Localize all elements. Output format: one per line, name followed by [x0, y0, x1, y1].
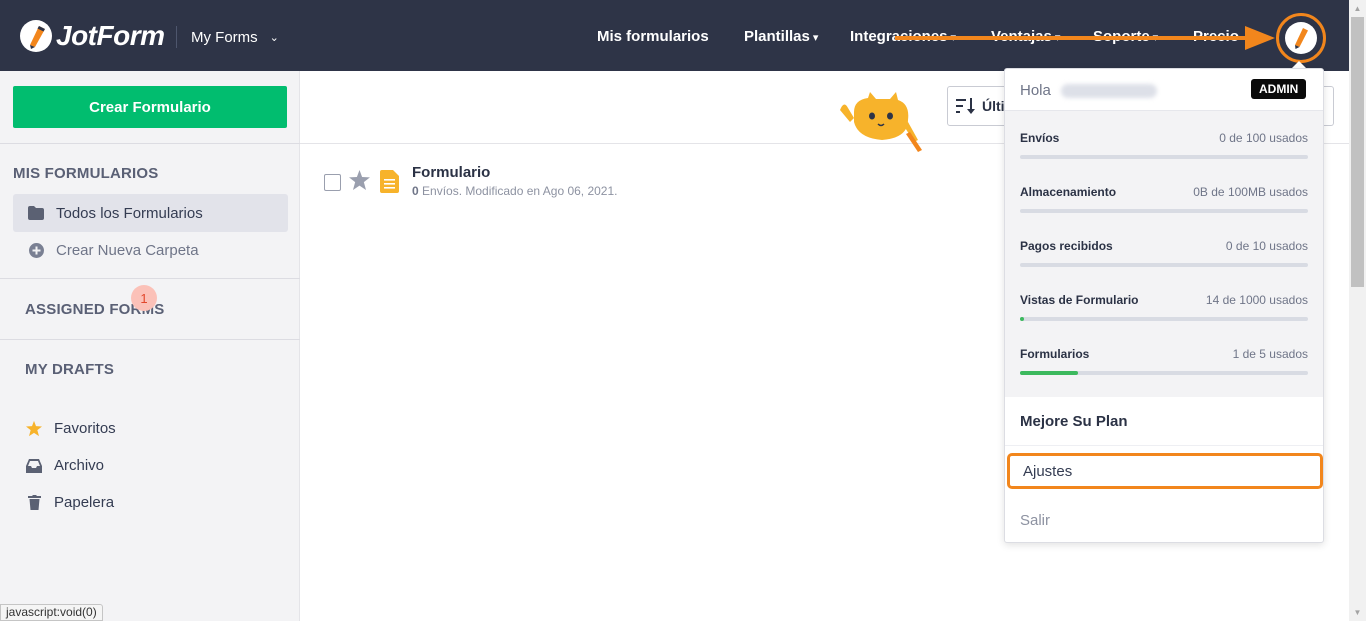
annotation-arrow-icon	[895, 26, 1275, 50]
usage-forms: Formularios 1 de 5 usados	[1020, 347, 1308, 387]
settings-menu-item[interactable]: Ajustes	[1007, 453, 1323, 489]
sidebar-item-trash[interactable]: Papelera	[26, 494, 114, 511]
top-navbar: JotForm My Forms ⌄ Mis formularios Plant…	[0, 0, 1349, 71]
usage-payments: Pagos recibidos 0 de 10 usados	[1020, 239, 1308, 279]
scroll-up-arrow-icon[interactable]: ▲	[1349, 0, 1366, 17]
account-dropdown-menu: Hola ADMIN Envíos 0 de 100 usados Almace…	[1004, 68, 1324, 543]
nav-my-forms[interactable]: Mis formularios	[597, 28, 709, 45]
sidebar-item-all-forms[interactable]: Todos los Formularios	[13, 194, 288, 232]
folder-icon	[28, 205, 44, 221]
sort-label: Últi	[982, 98, 1005, 114]
form-meta: 0 Envíos. Modificado en Ago 06, 2021.	[412, 184, 618, 198]
sidebar-item-archive[interactable]: Archivo	[26, 457, 104, 474]
sidebar-item-new-folder[interactable]: Crear Nueva Carpeta	[28, 242, 199, 259]
usage-track	[1020, 263, 1308, 267]
usage-fill	[1020, 317, 1025, 321]
product-switcher-label: My Forms	[191, 29, 258, 46]
submission-count: 0	[412, 184, 419, 198]
create-form-button[interactable]: Crear Formulario	[13, 86, 287, 128]
divider	[0, 278, 300, 279]
inbox-archive-icon	[26, 458, 42, 474]
sidebar-item-label: Todos los Formularios	[56, 204, 203, 222]
product-switcher[interactable]: My Forms ⌄	[191, 29, 279, 46]
avatar-pencil-icon	[1285, 22, 1317, 54]
drafts-count-badge: 1	[131, 285, 157, 311]
usage-storage: Almacenamiento 0B de 100MB usados	[1020, 185, 1308, 225]
user-avatar-button[interactable]	[1276, 13, 1326, 63]
usage-submissions: Envíos 0 de 100 usados	[1020, 131, 1308, 171]
jotform-logo[interactable]: JotForm	[20, 20, 165, 52]
sidebar-item-label: Crear Nueva Carpeta	[56, 242, 199, 259]
usage-track	[1020, 317, 1308, 321]
divider	[0, 143, 300, 144]
greeting-text: Hola	[1020, 82, 1051, 99]
divider	[0, 339, 300, 340]
logo-divider	[176, 26, 177, 48]
chevron-down-icon: ⌄	[269, 32, 279, 44]
logo-text: JotForm	[56, 20, 165, 51]
sidebar-item-label: Papelera	[54, 494, 115, 511]
form-meta-text: Envíos. Modificado en Ago 06, 2021.	[418, 184, 618, 198]
scroll-down-arrow-icon[interactable]: ▼	[1349, 604, 1366, 621]
admin-badge: ADMIN	[1251, 79, 1307, 99]
divider	[1005, 445, 1323, 446]
upgrade-plan-link[interactable]: Mejore Su Plan	[1020, 413, 1128, 430]
browser-status-bar: javascript:void(0)	[0, 604, 103, 621]
favorite-star-icon[interactable]	[349, 170, 370, 190]
account-greeting-row: Hola ADMIN	[1005, 69, 1323, 111]
redacted-username	[1061, 84, 1157, 98]
nav-templates[interactable]: Plantillas ▾	[744, 28, 818, 45]
usage-track	[1020, 209, 1308, 213]
sidebar-item-label: Archivo	[54, 457, 105, 474]
plus-circle-icon	[28, 243, 44, 259]
section-title-my-forms: MIS FORMULARIOS	[13, 165, 159, 182]
form-list-item[interactable]: Formulario 0 Envíos. Modificado en Ago 0…	[300, 150, 1000, 210]
usage-form-views: Vistas de Formulario 14 de 1000 usados	[1020, 293, 1308, 333]
usage-stats: Envíos 0 de 100 usados Almacenamiento 0B…	[1005, 111, 1323, 397]
sidebar-item-favorites[interactable]: Favoritos	[26, 420, 116, 437]
usage-track	[1020, 371, 1308, 375]
star-icon	[26, 420, 42, 437]
form-document-icon	[380, 170, 399, 193]
scrollbar-thumb[interactable]	[1351, 17, 1364, 287]
trash-icon	[26, 495, 42, 511]
sort-icon	[956, 98, 976, 114]
section-title-my-drafts[interactable]: MY DRAFTS	[25, 361, 114, 378]
sidebar-item-label: Favoritos	[54, 420, 116, 437]
caret-down-icon: ▾	[812, 32, 819, 44]
usage-fill	[1020, 371, 1078, 375]
pencil-logo-icon	[20, 20, 52, 52]
logout-menu-item[interactable]: Salir	[1020, 512, 1050, 529]
sidebar: Crear Formulario MIS FORMULARIOS Todos l…	[0, 71, 300, 621]
page-scrollbar[interactable]: ▲ ▼	[1349, 0, 1366, 621]
usage-track	[1020, 155, 1308, 159]
form-title[interactable]: Formulario	[412, 164, 490, 181]
form-select-checkbox[interactable]	[324, 174, 341, 191]
